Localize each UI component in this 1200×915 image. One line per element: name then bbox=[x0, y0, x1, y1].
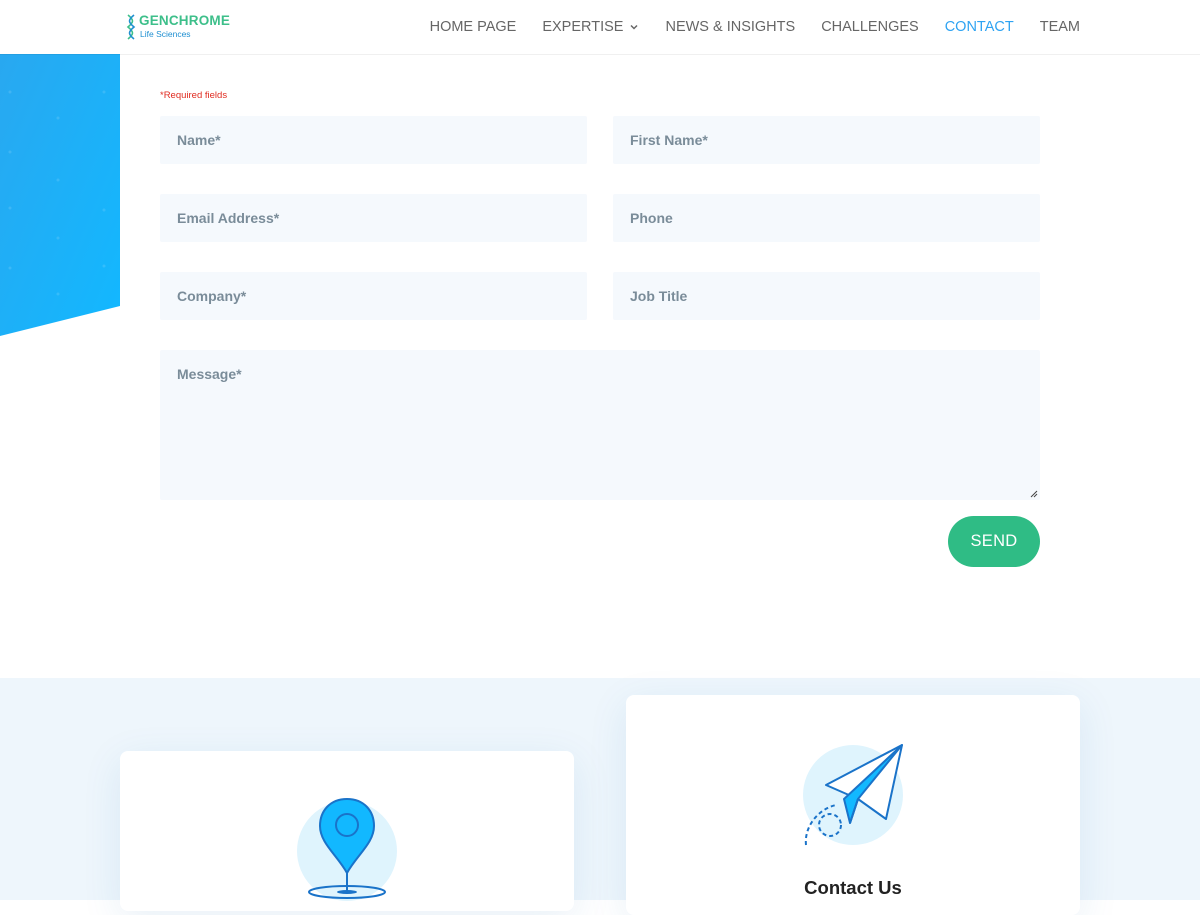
location-pin-icon bbox=[297, 797, 397, 901]
logo-name: GENCHROME bbox=[139, 13, 231, 28]
job-title-placeholder: Job Title bbox=[630, 288, 688, 304]
first-name-field[interactable]: First Name* bbox=[613, 116, 1040, 164]
logo-subtitle: Life Sciences bbox=[140, 29, 191, 39]
email-field[interactable]: Email Address* bbox=[160, 194, 587, 242]
chevron-down-icon bbox=[630, 24, 638, 30]
main-nav: HOME PAGE EXPERTISE NEWS & INSIGHTS CHAL… bbox=[430, 0, 1080, 54]
send-button[interactable]: SEND bbox=[948, 516, 1040, 567]
email-placeholder: Email Address* bbox=[177, 210, 280, 226]
contact-card-title: Contact Us bbox=[804, 877, 902, 898]
name-placeholder: Name* bbox=[177, 132, 221, 148]
message-textarea[interactable]: Message* bbox=[160, 350, 1040, 500]
job-title-field[interactable]: Job Title bbox=[613, 272, 1040, 320]
paper-plane-icon bbox=[803, 744, 903, 846]
decorative-blue-shape bbox=[0, 54, 120, 336]
nav-expertise-label: EXPERTISE bbox=[542, 19, 624, 35]
required-fields-note: *Required fields bbox=[160, 90, 228, 101]
company-field[interactable]: Company* bbox=[160, 272, 587, 320]
first-name-placeholder: First Name* bbox=[630, 132, 708, 148]
company-placeholder: Company* bbox=[177, 288, 247, 304]
nav-challenges[interactable]: CHALLENGES bbox=[821, 19, 919, 35]
dna-icon bbox=[126, 14, 136, 40]
message-placeholder: Message* bbox=[177, 366, 242, 382]
resize-grip-icon[interactable] bbox=[1029, 489, 1038, 498]
nav-team[interactable]: TEAM bbox=[1040, 19, 1080, 35]
nav-contact[interactable]: CONTACT bbox=[945, 19, 1014, 35]
location-card bbox=[120, 751, 574, 911]
name-field[interactable]: Name* bbox=[160, 116, 587, 164]
phone-placeholder: Phone bbox=[630, 210, 673, 226]
contact-card: Contact Us bbox=[626, 695, 1080, 915]
nav-home[interactable]: HOME PAGE bbox=[430, 19, 517, 35]
site-header: GENCHROME Life Sciences HOME PAGE EXPERT… bbox=[0, 0, 1200, 54]
logo[interactable]: GENCHROME Life Sciences bbox=[126, 13, 236, 41]
nav-news-insights[interactable]: NEWS & INSIGHTS bbox=[665, 19, 795, 35]
phone-field[interactable]: Phone bbox=[613, 194, 1040, 242]
nav-expertise[interactable]: EXPERTISE bbox=[542, 19, 639, 35]
